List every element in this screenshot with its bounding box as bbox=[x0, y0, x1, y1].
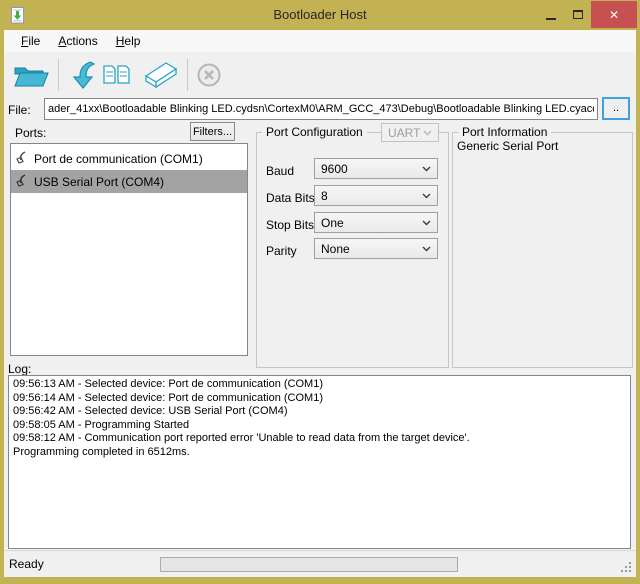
port-item-label: USB Serial Port (COM4) bbox=[34, 175, 164, 189]
progress-bar bbox=[160, 557, 458, 572]
port-configuration-title: Port Configuration bbox=[262, 125, 367, 139]
chevron-down-icon bbox=[422, 246, 431, 252]
baud-combo[interactable]: 9600 bbox=[314, 158, 438, 179]
verify-button[interactable] bbox=[100, 59, 134, 91]
resize-grip-icon[interactable] bbox=[621, 562, 632, 573]
port-list-item-com1[interactable]: Port de communication (COM1) bbox=[11, 147, 247, 170]
stop-bits-label: Stop Bits bbox=[266, 218, 314, 232]
minimize-icon bbox=[546, 18, 556, 20]
serial-port-icon bbox=[15, 174, 27, 189]
menu-bar: File Actions Help bbox=[4, 30, 636, 52]
menu-file[interactable]: File bbox=[12, 31, 49, 51]
toolbar bbox=[4, 52, 636, 98]
chevron-down-icon bbox=[422, 193, 431, 199]
chevron-down-icon bbox=[423, 130, 432, 136]
close-icon: ✕ bbox=[609, 8, 619, 22]
toolbar-separator bbox=[58, 59, 59, 91]
caption-controls: ✕ bbox=[537, 1, 637, 28]
abort-button bbox=[194, 61, 224, 89]
chevron-down-icon bbox=[422, 166, 431, 172]
maximize-button[interactable] bbox=[565, 1, 591, 28]
log-line: 09:58:05 AM - Programming Started bbox=[13, 419, 626, 433]
abort-circle-x-icon bbox=[196, 62, 222, 88]
log-line: 09:58:12 AM - Communication port reporte… bbox=[13, 432, 626, 446]
stop-bits-combo[interactable]: One bbox=[314, 212, 438, 233]
menu-help[interactable]: Help bbox=[107, 31, 150, 51]
client-area: File Actions Help bbox=[4, 30, 636, 577]
log-output[interactable]: 09:56:13 AM - Selected device: Port de c… bbox=[8, 375, 631, 549]
port-list-item-com4[interactable]: USB Serial Port (COM4) bbox=[11, 170, 247, 193]
status-bar: Ready bbox=[4, 550, 636, 577]
ports-list: Port de communication (COM1) USB Serial … bbox=[10, 143, 248, 356]
port-information-text: Generic Serial Port bbox=[457, 139, 558, 153]
maximize-icon bbox=[573, 10, 583, 19]
log-line: 09:56:13 AM - Selected device: Port de c… bbox=[13, 378, 626, 392]
file-label: File: bbox=[8, 103, 31, 117]
log-line: Programming completed in 6512ms. bbox=[13, 446, 626, 460]
protocol-value: UART bbox=[388, 126, 420, 140]
port-information-title: Port Information bbox=[458, 125, 551, 139]
eraser-icon bbox=[138, 60, 179, 90]
serial-port-icon bbox=[15, 151, 27, 166]
parity-combo[interactable]: None bbox=[314, 238, 438, 259]
close-button[interactable]: ✕ bbox=[591, 1, 637, 28]
program-button[interactable] bbox=[65, 59, 98, 91]
verify-documents-icon bbox=[102, 60, 132, 90]
ports-label: Ports: bbox=[15, 126, 46, 140]
log-line: 09:56:42 AM - Selected device: USB Seria… bbox=[13, 405, 626, 419]
port-item-label: Port de communication (COM1) bbox=[34, 152, 203, 166]
erase-button[interactable] bbox=[136, 59, 181, 91]
minimize-button[interactable] bbox=[537, 1, 565, 28]
port-configuration-group: Port Configuration UART Baud 9600 Data B… bbox=[256, 132, 449, 368]
titlebar[interactable]: Bootloader Host ✕ bbox=[0, 0, 640, 30]
status-text: Ready bbox=[9, 557, 44, 571]
open-file-button[interactable] bbox=[10, 59, 52, 91]
data-bits-combo[interactable]: 8 bbox=[314, 185, 438, 206]
program-download-arrow-icon bbox=[67, 60, 96, 90]
log-line: 09:56:14 AM - Selected device: Port de c… bbox=[13, 392, 626, 406]
log-label: Log: bbox=[8, 362, 31, 376]
open-folder-icon bbox=[12, 60, 50, 90]
data-bits-label: Data Bits bbox=[266, 191, 315, 205]
baud-label: Baud bbox=[266, 164, 294, 178]
browse-button[interactable]: .. bbox=[602, 97, 630, 120]
bootloader-host-window: Bootloader Host ✕ File Actions Help bbox=[0, 0, 640, 584]
port-information-group: Port Information Generic Serial Port bbox=[452, 132, 633, 368]
chevron-down-icon bbox=[422, 220, 431, 226]
parity-label: Parity bbox=[266, 244, 297, 258]
toolbar-separator bbox=[187, 59, 188, 91]
filters-button[interactable]: Filters... bbox=[190, 122, 235, 141]
file-path-input[interactable] bbox=[44, 98, 598, 120]
menu-actions[interactable]: Actions bbox=[49, 31, 106, 51]
protocol-combo: UART bbox=[381, 123, 439, 142]
